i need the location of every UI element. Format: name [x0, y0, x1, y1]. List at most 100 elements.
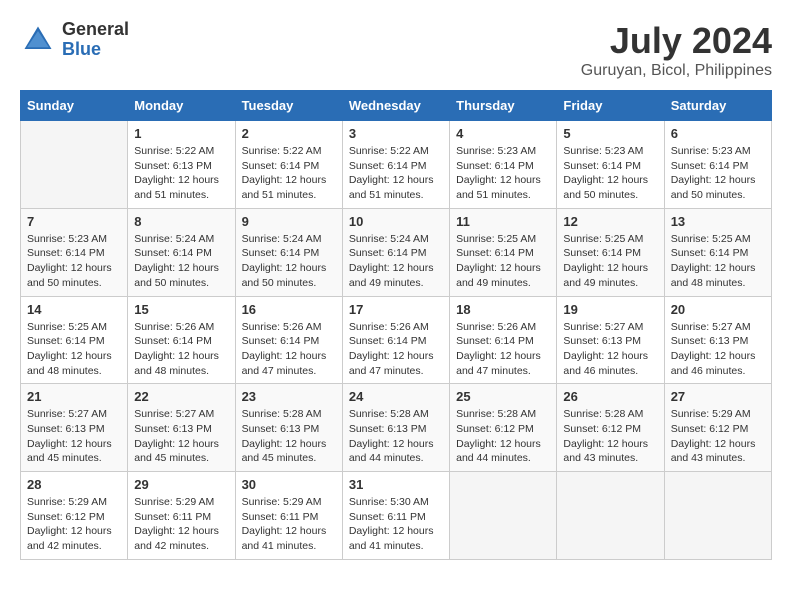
- calendar-cell: 12Sunrise: 5:25 AMSunset: 6:14 PMDayligh…: [557, 208, 664, 296]
- day-number: 20: [671, 302, 765, 317]
- calendar-cell: 10Sunrise: 5:24 AMSunset: 6:14 PMDayligh…: [342, 208, 449, 296]
- calendar-cell: 27 Sunrise: 5:29 AMSunset: 6:12 PMDayligh…: [664, 384, 771, 472]
- day-info: Sunrise: 5:25 AMSunset: 6:14 PMDaylight:…: [671, 232, 765, 291]
- calendar-cell: 24 Sunrise: 5:28 AMSunset: 6:13 PMDayligh…: [342, 384, 449, 472]
- column-header-sunday: Sunday: [21, 91, 128, 121]
- calendar-cell: 20 Sunrise: 5:27 AMSunset: 6:13 PMDayligh…: [664, 296, 771, 384]
- day-info: Sunrise: 5:24 AMSunset: 6:14 PMDaylight:…: [134, 232, 228, 291]
- column-header-tuesday: Tuesday: [235, 91, 342, 121]
- day-info: Sunrise: 5:23 AMSunset: 6:14 PMDaylight:…: [563, 144, 657, 203]
- day-number: 17: [349, 302, 443, 317]
- day-number: 14: [27, 302, 121, 317]
- day-number: 29: [134, 477, 228, 492]
- day-info: Sunrise: 5:27 AMSunset: 6:13 PMDaylight:…: [563, 320, 657, 379]
- day-number: 30: [242, 477, 336, 492]
- calendar-week-1: 1 Sunrise: 5:22 AMSunset: 6:13 PMDaylight…: [21, 121, 772, 209]
- day-info: Sunrise: 5:30 AMSunset: 6:11 PMDaylight:…: [349, 495, 443, 554]
- logo-text: General Blue: [62, 20, 129, 60]
- day-info: Sunrise: 5:23 AMSunset: 6:14 PMDaylight:…: [456, 144, 550, 203]
- column-header-saturday: Saturday: [664, 91, 771, 121]
- calendar-header-row: SundayMondayTuesdayWednesdayThursdayFrid…: [21, 91, 772, 121]
- day-info: Sunrise: 5:24 AMSunset: 6:14 PMDaylight:…: [242, 232, 336, 291]
- day-info: Sunrise: 5:26 AMSunset: 6:14 PMDaylight:…: [242, 320, 336, 379]
- calendar-cell: 19 Sunrise: 5:27 AMSunset: 6:13 PMDayligh…: [557, 296, 664, 384]
- month-title: July 2024: [581, 20, 772, 62]
- day-number: 15: [134, 302, 228, 317]
- calendar-week-4: 21Sunrise: 5:27 AMSunset: 6:13 PMDayligh…: [21, 384, 772, 472]
- title-block: July 2024 Guruyan, Bicol, Philippines: [581, 20, 772, 80]
- day-number: 28: [27, 477, 121, 492]
- day-number: 8: [134, 214, 228, 229]
- column-header-thursday: Thursday: [450, 91, 557, 121]
- calendar-cell: 22Sunrise: 5:27 AMSunset: 6:13 PMDayligh…: [128, 384, 235, 472]
- day-number: 5: [563, 126, 657, 141]
- day-info: Sunrise: 5:22 AMSunset: 6:14 PMDaylight:…: [242, 144, 336, 203]
- calendar-cell: 18 Sunrise: 5:26 AMSunset: 6:14 PMDayligh…: [450, 296, 557, 384]
- calendar-cell: 9 Sunrise: 5:24 AMSunset: 6:14 PMDaylight…: [235, 208, 342, 296]
- day-info: Sunrise: 5:27 AMSunset: 6:13 PMDaylight:…: [27, 407, 121, 466]
- calendar-cell: 15 Sunrise: 5:26 AMSunset: 6:14 PMDayligh…: [128, 296, 235, 384]
- calendar-cell: [664, 472, 771, 560]
- day-info: Sunrise: 5:26 AMSunset: 6:14 PMDaylight:…: [134, 320, 228, 379]
- day-number: 2: [242, 126, 336, 141]
- day-number: 19: [563, 302, 657, 317]
- calendar-week-3: 14Sunrise: 5:25 AMSunset: 6:14 PMDayligh…: [21, 296, 772, 384]
- day-info: Sunrise: 5:29 AMSunset: 6:12 PMDaylight:…: [27, 495, 121, 554]
- day-info: Sunrise: 5:23 AMSunset: 6:14 PMDaylight:…: [27, 232, 121, 291]
- calendar-cell: 1 Sunrise: 5:22 AMSunset: 6:13 PMDaylight…: [128, 121, 235, 209]
- day-number: 3: [349, 126, 443, 141]
- day-number: 24: [349, 389, 443, 404]
- day-number: 18: [456, 302, 550, 317]
- day-number: 23: [242, 389, 336, 404]
- calendar-cell: 30 Sunrise: 5:29 AMSunset: 6:11 PMDayligh…: [235, 472, 342, 560]
- logo-general-text: General: [62, 20, 129, 40]
- calendar-cell: [450, 472, 557, 560]
- day-info: Sunrise: 5:27 AMSunset: 6:13 PMDaylight:…: [671, 320, 765, 379]
- logo-icon: [20, 22, 56, 58]
- day-number: 9: [242, 214, 336, 229]
- day-number: 27: [671, 389, 765, 404]
- calendar-cell: 3 Sunrise: 5:22 AMSunset: 6:14 PMDaylight…: [342, 121, 449, 209]
- day-info: Sunrise: 5:28 AMSunset: 6:13 PMDaylight:…: [349, 407, 443, 466]
- day-info: Sunrise: 5:28 AMSunset: 6:12 PMDaylight:…: [456, 407, 550, 466]
- calendar-cell: 26 Sunrise: 5:28 AMSunset: 6:12 PMDayligh…: [557, 384, 664, 472]
- day-info: Sunrise: 5:29 AMSunset: 6:11 PMDaylight:…: [242, 495, 336, 554]
- day-info: Sunrise: 5:23 AMSunset: 6:14 PMDaylight:…: [671, 144, 765, 203]
- calendar-cell: 8 Sunrise: 5:24 AMSunset: 6:14 PMDaylight…: [128, 208, 235, 296]
- day-info: Sunrise: 5:29 AMSunset: 6:12 PMDaylight:…: [671, 407, 765, 466]
- day-info: Sunrise: 5:26 AMSunset: 6:14 PMDaylight:…: [349, 320, 443, 379]
- page-header: General Blue July 2024 Guruyan, Bicol, P…: [20, 20, 772, 80]
- calendar-cell: [21, 121, 128, 209]
- day-number: 22: [134, 389, 228, 404]
- day-info: Sunrise: 5:22 AMSunset: 6:14 PMDaylight:…: [349, 144, 443, 203]
- day-info: Sunrise: 5:22 AMSunset: 6:13 PMDaylight:…: [134, 144, 228, 203]
- day-info: Sunrise: 5:25 AMSunset: 6:14 PMDaylight:…: [563, 232, 657, 291]
- location-title: Guruyan, Bicol, Philippines: [581, 62, 772, 80]
- day-number: 4: [456, 126, 550, 141]
- day-number: 31: [349, 477, 443, 492]
- day-number: 13: [671, 214, 765, 229]
- day-info: Sunrise: 5:28 AMSunset: 6:12 PMDaylight:…: [563, 407, 657, 466]
- calendar-cell: 29Sunrise: 5:29 AMSunset: 6:11 PMDayligh…: [128, 472, 235, 560]
- calendar-cell: 25 Sunrise: 5:28 AMSunset: 6:12 PMDayligh…: [450, 384, 557, 472]
- calendar-week-2: 7Sunrise: 5:23 AMSunset: 6:14 PMDaylight…: [21, 208, 772, 296]
- calendar-table: SundayMondayTuesdayWednesdayThursdayFrid…: [20, 90, 772, 560]
- calendar-cell: [557, 472, 664, 560]
- calendar-cell: 21Sunrise: 5:27 AMSunset: 6:13 PMDayligh…: [21, 384, 128, 472]
- calendar-cell: 6Sunrise: 5:23 AMSunset: 6:14 PMDaylight…: [664, 121, 771, 209]
- calendar-cell: 2 Sunrise: 5:22 AMSunset: 6:14 PMDaylight…: [235, 121, 342, 209]
- calendar-cell: 13 Sunrise: 5:25 AMSunset: 6:14 PMDayligh…: [664, 208, 771, 296]
- column-header-friday: Friday: [557, 91, 664, 121]
- calendar-cell: 5 Sunrise: 5:23 AMSunset: 6:14 PMDaylight…: [557, 121, 664, 209]
- calendar-cell: 17 Sunrise: 5:26 AMSunset: 6:14 PMDayligh…: [342, 296, 449, 384]
- day-number: 16: [242, 302, 336, 317]
- day-number: 1: [134, 126, 228, 141]
- day-number: 26: [563, 389, 657, 404]
- day-info: Sunrise: 5:26 AMSunset: 6:14 PMDaylight:…: [456, 320, 550, 379]
- day-info: Sunrise: 5:24 AMSunset: 6:14 PMDaylight:…: [349, 232, 443, 291]
- calendar-cell: 31 Sunrise: 5:30 AMSunset: 6:11 PMDayligh…: [342, 472, 449, 560]
- calendar-week-5: 28 Sunrise: 5:29 AMSunset: 6:12 PMDayligh…: [21, 472, 772, 560]
- day-info: Sunrise: 5:28 AMSunset: 6:13 PMDaylight:…: [242, 407, 336, 466]
- logo: General Blue: [20, 20, 129, 60]
- day-number: 25: [456, 389, 550, 404]
